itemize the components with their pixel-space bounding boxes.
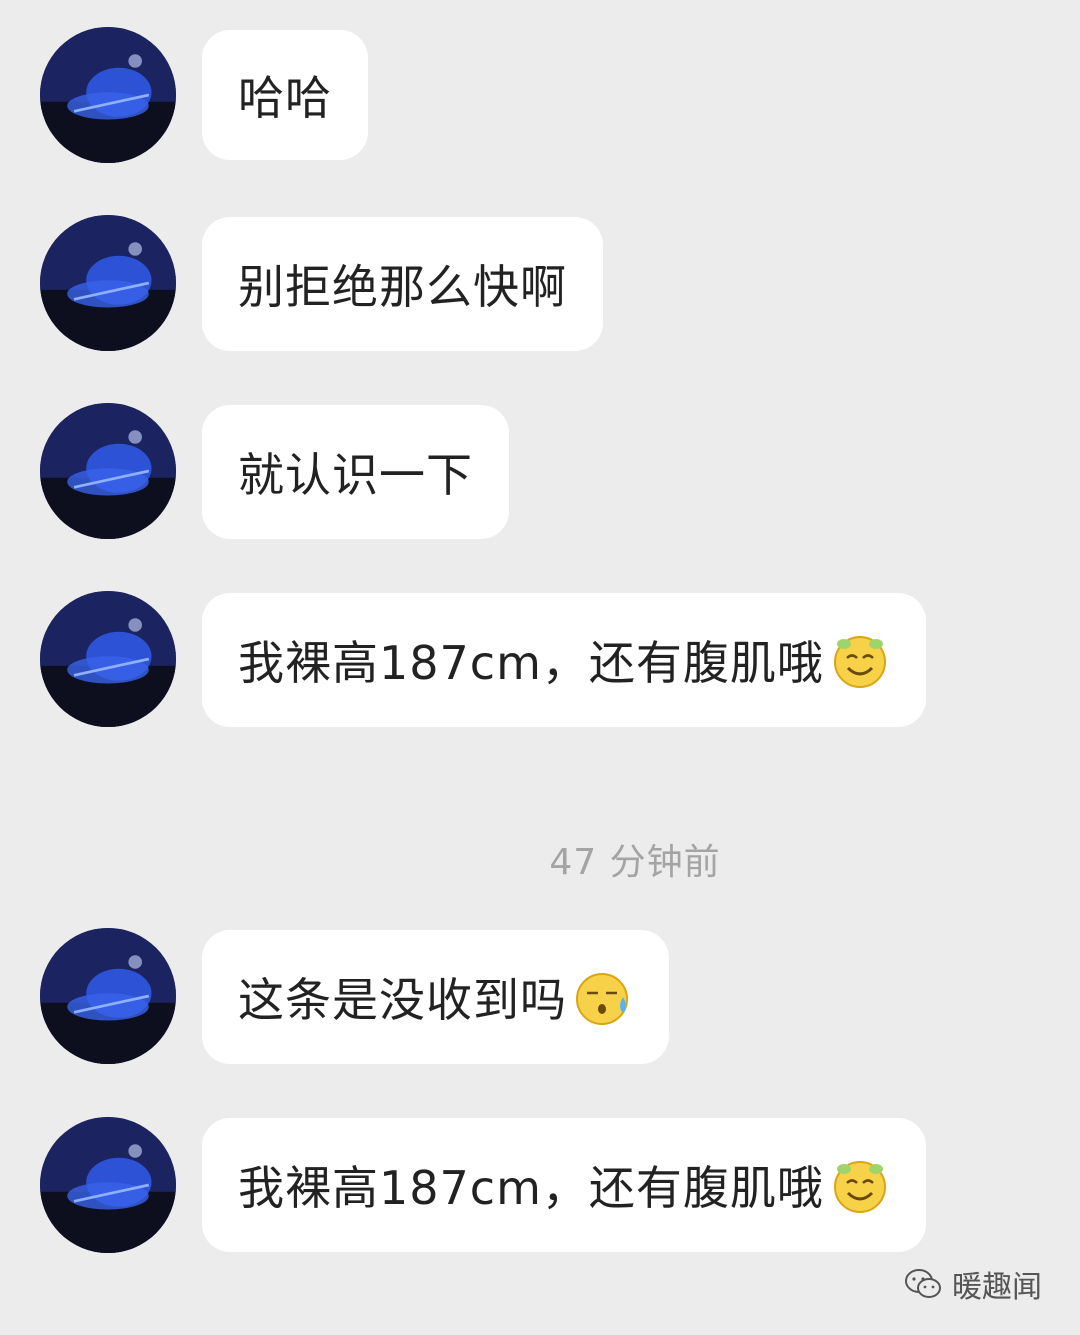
smug-smile-emoji xyxy=(830,630,890,690)
smug-smile-emoji xyxy=(830,1155,890,1215)
message-bubble[interactable]: 别拒绝那么快啊 xyxy=(202,217,603,351)
source-watermark: 暖趣闻 xyxy=(904,1262,1042,1306)
sender-avatar[interactable] xyxy=(40,403,176,539)
watermark-label: 暖趣闻 xyxy=(952,1270,1042,1305)
message-bubble[interactable]: 就认识一下 xyxy=(202,405,509,539)
wechat-icon xyxy=(904,1268,942,1300)
awkward-sweat-emoji xyxy=(573,967,633,1027)
message-bubble[interactable]: 这条是没收到吗 xyxy=(202,930,669,1064)
sender-avatar[interactable] xyxy=(40,928,176,1064)
message-text: 别拒绝那么快啊 xyxy=(238,260,567,314)
time-divider: 47 分钟前 xyxy=(549,842,721,883)
sender-avatar[interactable] xyxy=(40,27,176,163)
sender-avatar[interactable] xyxy=(40,1117,176,1253)
message-text: 这条是没收到吗 xyxy=(238,973,567,1027)
sender-avatar[interactable] xyxy=(40,215,176,351)
message-text: 就认识一下 xyxy=(238,448,473,502)
message-bubble[interactable]: 我裸高187cm，还有腹肌哦 xyxy=(202,593,926,727)
message-bubble[interactable]: 我裸高187cm，还有腹肌哦 xyxy=(202,1118,926,1252)
message-bubble[interactable]: 哈哈 xyxy=(202,30,368,160)
message-text: 哈哈 xyxy=(238,71,332,125)
message-text: 我裸高187cm，还有腹肌哦 xyxy=(238,1161,824,1215)
message-text: 我裸高187cm，还有腹肌哦 xyxy=(238,636,824,690)
sender-avatar[interactable] xyxy=(40,591,176,727)
